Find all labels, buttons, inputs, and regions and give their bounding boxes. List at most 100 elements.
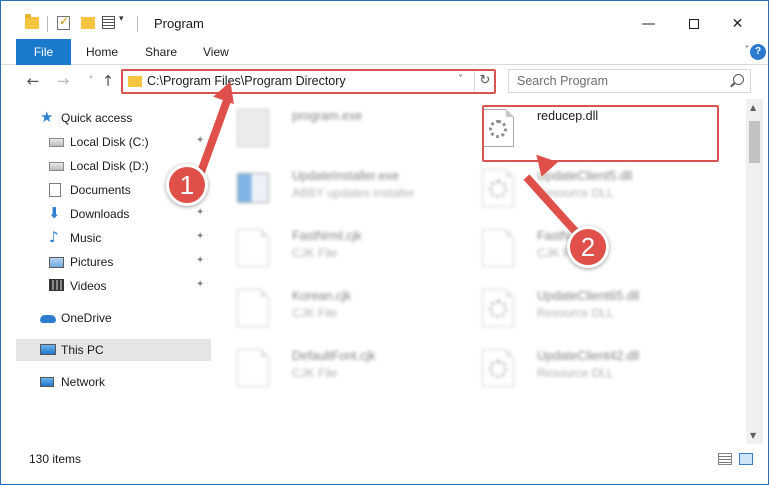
search-box[interactable]: Search Program: [508, 69, 751, 93]
computer-icon: [40, 344, 56, 355]
star-icon: ★: [40, 108, 54, 126]
new-folder-icon[interactable]: [81, 17, 95, 29]
gear-icon: [489, 300, 507, 318]
dll-gear-icon: [482, 349, 514, 387]
file-item[interactable]: UpdateClient65.dll Resource DLL: [466, 279, 701, 334]
status-bar: 130 items: [1, 444, 768, 484]
forward-arrow-icon[interactable]: →: [53, 71, 73, 91]
file-item[interactable]: UpdateInstaller.exe ABBY updates install…: [221, 159, 456, 214]
properties-check-icon[interactable]: [57, 14, 70, 30]
sidebar-item-label: Local Disk (D:): [70, 159, 149, 173]
pin-icon[interactable]: ✦: [196, 231, 204, 242]
window-title: Program: [154, 16, 204, 31]
videos-icon: [49, 279, 64, 291]
gear-icon: [489, 180, 507, 198]
file-type: Resource DLL: [537, 306, 614, 320]
title-bar: ▾ Program — ✕: [1, 1, 768, 39]
sidebar-item-label: Documents: [70, 183, 131, 197]
cloud-icon: [40, 315, 56, 323]
pin-icon[interactable]: ✦: [196, 255, 204, 266]
file-type: CJK File: [292, 246, 338, 260]
pin-icon[interactable]: ✦: [196, 135, 204, 146]
help-icon[interactable]: ?: [750, 44, 766, 60]
sidebar-item-local-disk-c[interactable]: Local Disk (C:) ✦: [16, 131, 211, 153]
scroll-down-icon[interactable]: ▼: [750, 431, 756, 440]
scrollbar-thumb[interactable]: [749, 121, 760, 163]
file-name: UpdateClient5.dll: [537, 169, 633, 183]
pictures-icon: [49, 257, 64, 268]
document-icon: [237, 349, 269, 387]
music-icon: ♪: [49, 228, 59, 246]
tab-view[interactable]: View: [203, 39, 229, 65]
document-icon: [482, 229, 514, 267]
step-badge-1: 1: [166, 164, 208, 206]
tab-share[interactable]: Share: [145, 39, 177, 65]
maximize-button[interactable]: [671, 9, 716, 39]
file-item[interactable]: Korean.cjk CJK File: [221, 279, 456, 334]
ribbon-tabs: File Home Share View ˅ ?: [1, 39, 768, 94]
toolbar-divider: [137, 16, 138, 32]
vertical-scrollbar[interactable]: ▲ ▼: [746, 99, 763, 444]
minimize-button[interactable]: —: [626, 9, 671, 39]
installer-icon: [237, 173, 269, 203]
tab-home[interactable]: Home: [86, 39, 118, 65]
sidebar-item-label: Downloads: [70, 207, 130, 221]
up-arrow-icon[interactable]: ↑: [98, 71, 118, 91]
sidebar-item-label: Quick access: [61, 111, 133, 125]
sidebar-item-label: Videos: [70, 279, 107, 293]
file-item[interactable]: UpdateClient5.dll Resource DLL: [466, 159, 701, 214]
search-icon[interactable]: [733, 74, 744, 85]
file-name: UpdateClient65.dll: [537, 289, 640, 303]
disk-icon: [49, 138, 64, 147]
sidebar-item-this-pc[interactable]: This PC: [16, 339, 211, 361]
step-badge-2: 2: [567, 226, 609, 268]
exe-icon: [237, 109, 269, 147]
file-name: program.exe: [292, 109, 363, 123]
dll-gear-icon: [482, 289, 514, 327]
file-name: UpdateClient42.dll: [537, 349, 640, 363]
file-type: CJK File: [292, 306, 338, 320]
dll-gear-icon: [482, 169, 514, 207]
file-highlight: [482, 105, 719, 162]
sidebar-item-downloads[interactable]: ⬇ Downloads ✦: [16, 203, 211, 225]
file-name: Korean.cjk: [292, 289, 352, 303]
disk-icon: [49, 162, 64, 171]
item-count: 130 items: [29, 452, 82, 466]
sidebar-item-label: Pictures: [70, 255, 114, 269]
file-type: Resource DLL: [537, 366, 614, 380]
pin-icon[interactable]: ✦: [196, 279, 204, 290]
file-explorer-window: ▾ Program — ✕ File Home Share View ˅ ? ←…: [0, 0, 769, 485]
file-name: UpdateInstaller.exe: [292, 169, 400, 183]
pin-icon[interactable]: ✦: [196, 207, 204, 218]
network-icon: [40, 377, 54, 387]
sidebar-item-label: Network: [61, 375, 106, 389]
sidebar-item-quick-access[interactable]: ★ Quick access: [16, 107, 211, 129]
sidebar-item-label: Music: [70, 231, 102, 245]
file-name: FastNrml.cjk: [292, 229, 362, 243]
scroll-up-icon[interactable]: ▲: [750, 103, 756, 112]
toolbar-divider: [47, 16, 48, 32]
sidebar-item-network[interactable]: Network: [16, 371, 211, 393]
sidebar-item-videos[interactable]: Videos ✦: [16, 275, 211, 297]
file-item[interactable]: FastNrml.cjk CJK File: [221, 219, 456, 274]
close-button[interactable]: ✕: [715, 9, 760, 39]
properties-icon[interactable]: [102, 16, 115, 29]
sidebar-item-label: OneDrive: [61, 311, 112, 325]
file-item[interactable]: DefaultFont.cjk CJK File: [221, 339, 456, 394]
back-arrow-icon[interactable]: ←: [23, 71, 43, 91]
large-icons-view-icon[interactable]: [739, 453, 753, 465]
customize-quick-access-icon[interactable]: ▾: [119, 14, 124, 32]
sidebar-item-onedrive[interactable]: OneDrive: [16, 307, 211, 329]
maximize-icon: [688, 19, 699, 29]
sidebar-item-label: Local Disk (C:): [70, 135, 149, 149]
sidebar-item-music[interactable]: ♪ Music ✦: [16, 227, 211, 249]
file-type: CJK File: [292, 366, 338, 380]
file-item[interactable]: program.exe: [221, 99, 456, 154]
gear-icon: [489, 360, 507, 378]
file-item[interactable]: UpdateClient42.dll Resource DLL: [466, 339, 701, 394]
documents-icon: [49, 183, 61, 197]
sidebar-item-pictures[interactable]: Pictures ✦: [16, 251, 211, 273]
search-input[interactable]: Search Program: [517, 74, 608, 88]
file-type: ABBY updates installer: [292, 186, 415, 200]
details-view-icon[interactable]: [718, 453, 732, 465]
